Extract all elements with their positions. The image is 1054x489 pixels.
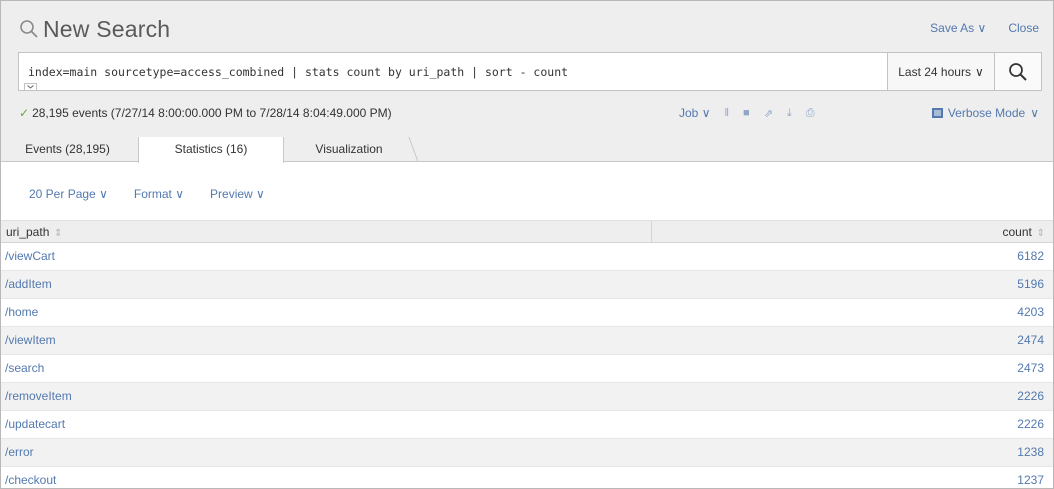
chevron-down-icon: ∨ xyxy=(175,187,185,201)
column-header-count[interactable]: count ⇕ xyxy=(1002,221,1045,245)
cell-count[interactable]: 2226 xyxy=(1017,411,1044,438)
column-header-label: count xyxy=(1002,225,1032,239)
sort-icon: ⇕ xyxy=(51,228,63,239)
cell-count[interactable]: 2474 xyxy=(1017,327,1044,354)
tab-events[interactable]: Events (28,195) xyxy=(1,137,134,162)
cell-uri-path[interactable]: /checkout xyxy=(5,467,56,488)
time-range-picker[interactable]: Last 24 hours ∨ xyxy=(887,53,994,90)
job-controls: Job ∨ ‖ ■ ⇗ ⤓ ⎙ xyxy=(679,106,815,120)
time-range-label: Last 24 hours xyxy=(898,64,971,79)
search-mode-label: Verbose Mode xyxy=(947,106,1026,120)
table-body: /viewCart 6182/addItem 5196/home 4203/viewI… xyxy=(1,243,1053,488)
chevron-down-icon: ∨ xyxy=(1030,106,1039,120)
table-row: /search 2473 xyxy=(1,355,1053,383)
tab-statistics[interactable]: Statistics (16) xyxy=(138,137,284,163)
table-row: /removeItem 2226 xyxy=(1,383,1053,411)
cell-count[interactable]: 4203 xyxy=(1017,299,1044,326)
cell-count[interactable]: 2226 xyxy=(1017,383,1044,410)
chevron-down-icon: ∨ xyxy=(974,64,984,79)
table-row: /error 1238 xyxy=(1,439,1053,467)
mode-list-icon xyxy=(931,108,943,118)
results-toolbar: 20 Per Page ∨ Format ∨ Preview ∨ xyxy=(1,163,1053,219)
column-header-uri-path[interactable]: uri_path ⇕ xyxy=(6,221,63,245)
table-row: /viewItem 2474 xyxy=(1,327,1053,355)
format-menu[interactable]: Format ∨ xyxy=(134,187,184,201)
search-icon xyxy=(20,20,38,38)
table-row: /viewCart 6182 xyxy=(1,243,1053,271)
event-summary: 28,195 events (7/27/14 8:00:00.000 PM to… xyxy=(32,106,392,120)
table-row: /addItem 5196 xyxy=(1,271,1053,299)
table-row: /checkout 1237 xyxy=(1,467,1053,488)
job-menu[interactable]: Job ∨ xyxy=(679,106,711,120)
cell-count[interactable]: 1238 xyxy=(1017,439,1044,466)
search-bar: Last 24 hours ∨ xyxy=(18,52,1042,91)
chevron-down-icon: ∨ xyxy=(701,106,711,120)
search-app-window: New Search Save As ∨ Close Last 24 hours… xyxy=(0,0,1054,489)
search-mode-menu[interactable]: Verbose Mode ∨ xyxy=(931,106,1039,120)
statistics-table: uri_path ⇕ count ⇕ /viewCart 6182/addItem… xyxy=(1,220,1053,488)
search-header: New Search Save As ∨ Close Last 24 hours… xyxy=(1,1,1053,137)
column-header-label: uri_path xyxy=(6,225,50,239)
top-actions: Save As ∨ Close xyxy=(930,21,1039,35)
chevron-down-icon: ∨ xyxy=(256,187,265,201)
pause-icon[interactable]: ‖ xyxy=(725,107,730,119)
column-divider xyxy=(651,221,652,243)
search-input[interactable] xyxy=(19,53,887,90)
cell-uri-path[interactable]: /updatecart xyxy=(5,411,65,438)
save-as-menu[interactable]: Save As ∨ xyxy=(930,21,986,35)
checkmark-icon: ✓ xyxy=(19,106,30,120)
cell-uri-path[interactable]: /viewItem xyxy=(5,327,56,354)
table-header: uri_path ⇕ count ⇕ xyxy=(1,220,1053,243)
cell-uri-path[interactable]: /error xyxy=(5,439,34,466)
sort-icon: ⇕ xyxy=(1033,228,1045,239)
cell-count[interactable]: 1237 xyxy=(1017,467,1044,488)
cell-uri-path[interactable]: /viewCart xyxy=(5,243,55,270)
job-menu-label: Job xyxy=(679,106,699,120)
share-icon[interactable]: ⇗ xyxy=(764,107,773,120)
tab-visualization[interactable]: Visualization xyxy=(284,137,414,162)
job-status: ✓ 28,195 events (7/27/14 8:00:00.000 PM … xyxy=(19,106,392,120)
chevron-down-icon: ∨ xyxy=(977,21,987,35)
page-title-row: New Search xyxy=(19,13,170,45)
results-tabs: Events (28,195) Statistics (16) Visualiz… xyxy=(1,137,1053,163)
cell-count[interactable]: 6182 xyxy=(1017,243,1044,270)
search-button[interactable] xyxy=(994,53,1041,90)
expand-chevron-icon[interactable] xyxy=(24,83,37,91)
search-query-box xyxy=(19,53,887,91)
table-row: /updatecart 2226 xyxy=(1,411,1053,439)
print-icon[interactable]: ⎙ xyxy=(806,107,815,120)
stop-icon[interactable]: ■ xyxy=(743,107,750,119)
format-label: Format xyxy=(133,187,172,201)
preview-label: Preview xyxy=(210,187,253,201)
preview-menu[interactable]: Preview ∨ xyxy=(210,187,265,201)
cell-uri-path[interactable]: /removeItem xyxy=(5,383,72,410)
close-button[interactable]: Close xyxy=(1008,21,1039,35)
save-as-label: Save As xyxy=(930,21,975,35)
page-title: New Search xyxy=(43,15,171,42)
search-icon xyxy=(1009,62,1027,81)
cell-count[interactable]: 5196 xyxy=(1017,271,1044,298)
export-icon[interactable]: ⤓ xyxy=(787,107,792,120)
chevron-down-icon: ∨ xyxy=(99,187,108,201)
cell-uri-path[interactable]: /home xyxy=(5,299,38,326)
cell-count[interactable]: 2473 xyxy=(1017,355,1044,382)
table-row: /home 4203 xyxy=(1,299,1053,327)
per-page-menu[interactable]: 20 Per Page ∨ xyxy=(29,187,108,201)
per-page-label: 20 Per Page xyxy=(29,187,96,201)
cell-uri-path[interactable]: /search xyxy=(5,355,44,382)
cell-uri-path[interactable]: /addItem xyxy=(5,271,52,298)
